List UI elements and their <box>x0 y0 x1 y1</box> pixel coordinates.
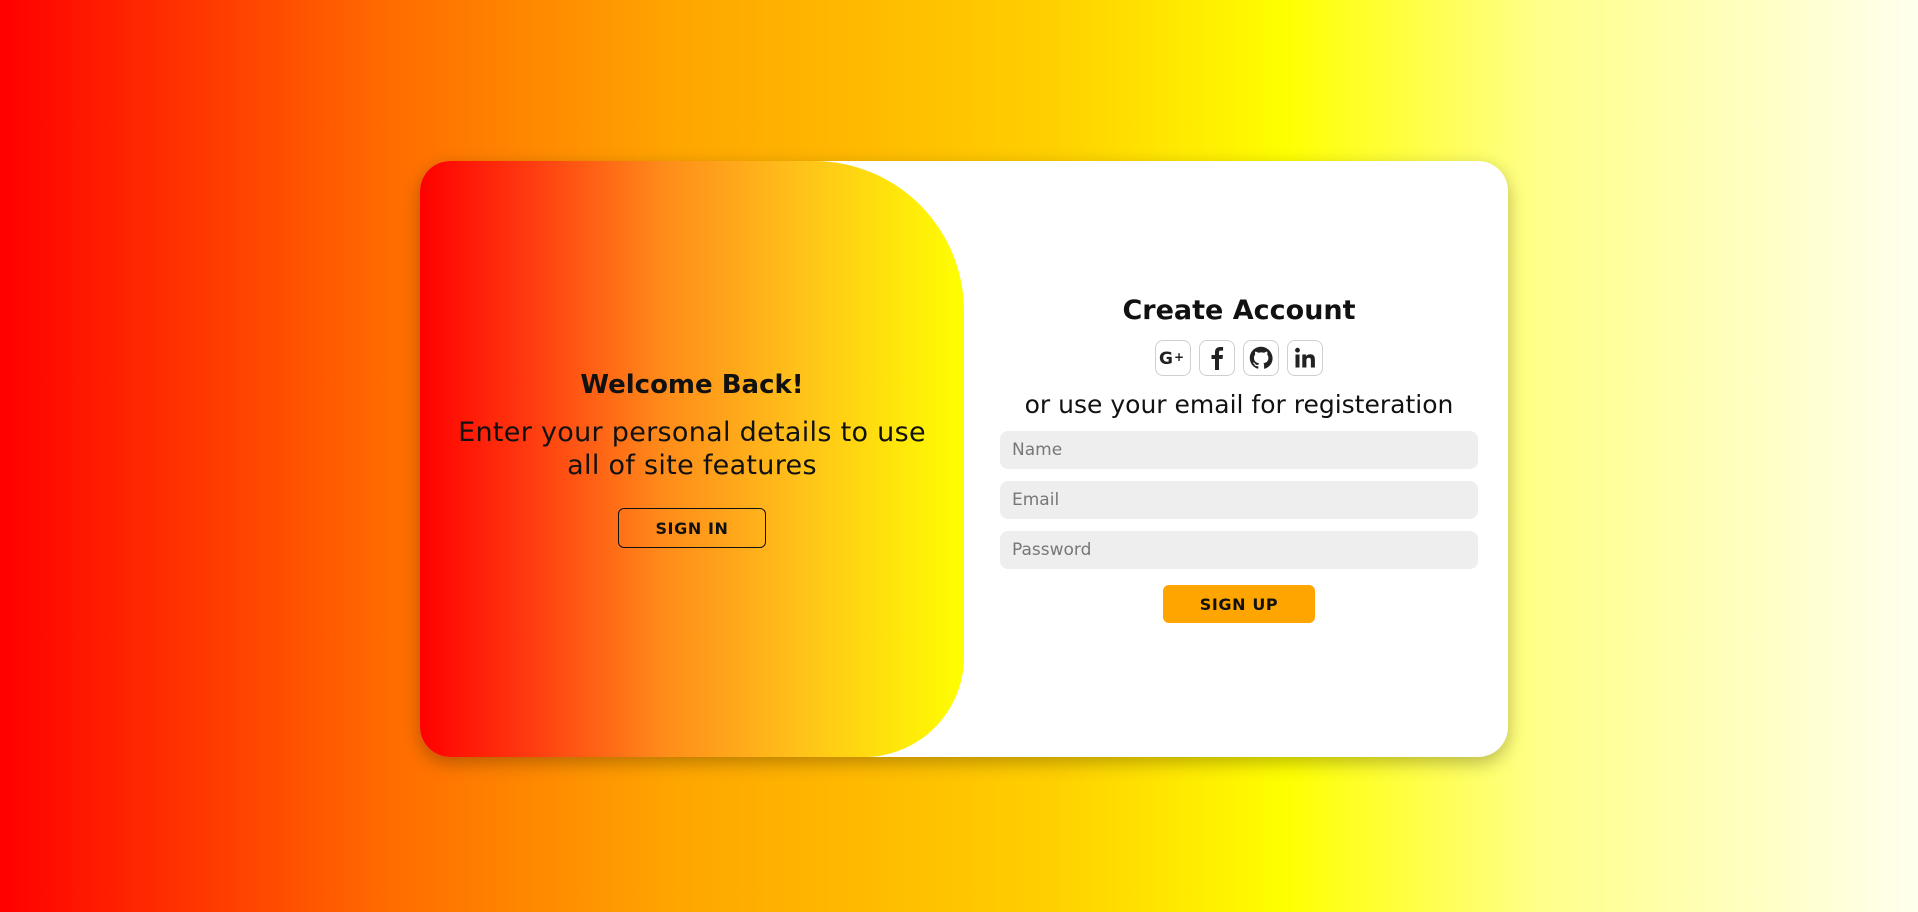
email-registration-hint: or use your email for registeration <box>1024 390 1454 419</box>
welcome-title: Welcome Back! <box>580 370 804 400</box>
password-input[interactable] <box>1000 531 1478 569</box>
svg-text:+: + <box>1174 350 1184 364</box>
svg-text:G: G <box>1159 349 1173 368</box>
welcome-message: Enter your personal details to use all o… <box>458 417 926 481</box>
email-input[interactable] <box>1000 481 1478 519</box>
name-input[interactable] <box>1000 431 1478 469</box>
google-plus-icon[interactable]: G + <box>1155 340 1191 376</box>
sign-in-button[interactable]: SIGN IN <box>618 508 766 548</box>
create-account-title: Create Account <box>1122 295 1356 326</box>
sign-up-form: Create Account G + or use your email for… <box>1000 161 1478 757</box>
facebook-icon[interactable] <box>1199 340 1235 376</box>
github-icon[interactable] <box>1243 340 1279 376</box>
auth-card: Welcome Back! Enter your personal detail… <box>420 161 1508 757</box>
social-icons: G + <box>1155 340 1323 376</box>
toggle-panel: Welcome Back! Enter your personal detail… <box>420 161 964 757</box>
sign-up-button[interactable]: SIGN UP <box>1163 585 1315 623</box>
linkedin-icon[interactable] <box>1287 340 1323 376</box>
